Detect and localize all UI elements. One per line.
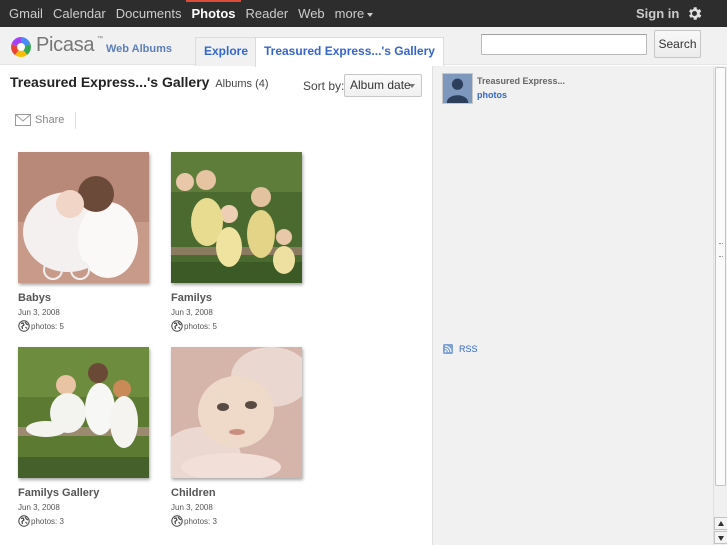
scrollbar-thumb[interactable]: [715, 67, 726, 486]
album-card: Familys Gallery Jun 3, 2008 photos: 3: [18, 347, 153, 527]
album-photo-count: photos: 5: [171, 320, 306, 332]
album-thumbnail[interactable]: [171, 152, 302, 283]
album-date: Jun 3, 2008: [18, 503, 60, 512]
album-photo-count: photos: 5: [18, 320, 153, 332]
sort-label: Sort by:: [303, 79, 345, 93]
tab-gallery[interactable]: Treasured Express...'s Gallery: [255, 37, 444, 67]
envelope-icon: [15, 114, 31, 126]
search-input[interactable]: [481, 34, 647, 55]
top-nav: Gmail Calendar Documents Photos Reader W…: [0, 0, 378, 27]
nav-item-calendar[interactable]: Calendar: [48, 0, 111, 27]
album-count: Albums (4): [215, 78, 269, 90]
picasa-logo-icon[interactable]: [10, 36, 32, 58]
album-card: Babys Jun 3, 2008 photos: 5: [18, 152, 153, 332]
nav-item-documents[interactable]: Documents: [111, 0, 187, 27]
album-photo-count: photos: 3: [171, 515, 306, 527]
share-button[interactable]: Share: [15, 114, 64, 126]
chevron-down-icon: [409, 84, 415, 88]
album-name[interactable]: Familys Gallery: [18, 487, 153, 499]
gear-icon[interactable]: [686, 5, 703, 22]
arrow-up-icon: [718, 521, 724, 526]
tab-explore[interactable]: Explore: [195, 37, 258, 66]
picasa-logo-text: Picasa: [36, 34, 95, 56]
nav-item-web[interactable]: Web: [293, 0, 330, 27]
gallery-main: Treasured Express...'s Gallery Albums (4…: [0, 66, 432, 545]
album-thumbnail[interactable]: [171, 347, 302, 478]
owner-name[interactable]: Treasured Express...: [477, 76, 565, 86]
nav-item-gmail[interactable]: Gmail: [0, 0, 48, 27]
avatar[interactable]: [442, 73, 473, 104]
globe-icon: [171, 320, 183, 332]
album-name[interactable]: Children: [171, 487, 306, 499]
page-title: Treasured Express...'s Gallery Albums (4…: [10, 74, 269, 90]
toolbar-divider: [75, 112, 76, 129]
rss-icon: [443, 344, 453, 354]
album-name[interactable]: Familys: [171, 292, 306, 304]
album-card: Children Jun 3, 2008 photos: 3: [171, 347, 306, 527]
album-photo-count: photos: 3: [18, 515, 153, 527]
scroll-down-button[interactable]: [714, 531, 727, 544]
rss-link[interactable]: RSS: [443, 344, 478, 354]
scrollbar-grip: [719, 243, 723, 257]
album-card: Familys Jun 3, 2008 photos: 5: [171, 152, 306, 332]
sign-in-link[interactable]: Sign in: [636, 0, 679, 27]
album-thumbnail[interactable]: [18, 152, 149, 283]
album-date: Jun 3, 2008: [18, 308, 60, 317]
album-date: Jun 3, 2008: [171, 503, 213, 512]
vertical-scrollbar[interactable]: [713, 66, 727, 545]
album-date: Jun 3, 2008: [171, 308, 213, 317]
sort-select[interactable]: Album date: [344, 74, 422, 97]
google-bar: Gmail Calendar Documents Photos Reader W…: [0, 0, 727, 27]
nav-item-more[interactable]: more: [330, 0, 379, 27]
nav-item-reader[interactable]: Reader: [241, 0, 294, 27]
globe-icon: [171, 515, 183, 527]
web-albums-label: Web Albums: [106, 43, 173, 55]
owner-photos-link[interactable]: photos: [477, 90, 507, 100]
globe-icon: [18, 515, 30, 527]
trademark-mark: ™: [97, 36, 103, 42]
album-thumbnail[interactable]: [18, 347, 149, 478]
app-header: Picasa ™ Web Albums Explore Treasured Ex…: [0, 27, 727, 67]
nav-item-photos[interactable]: Photos: [186, 0, 241, 27]
album-name[interactable]: Babys: [18, 292, 153, 304]
scroll-up-button[interactable]: [714, 517, 727, 530]
chevron-down-icon: [367, 12, 374, 17]
owner-sidebar: Treasured Express... photos RSS: [432, 66, 713, 545]
search-button[interactable]: Search: [654, 30, 701, 58]
globe-icon: [18, 320, 30, 332]
arrow-down-icon: [718, 536, 724, 541]
